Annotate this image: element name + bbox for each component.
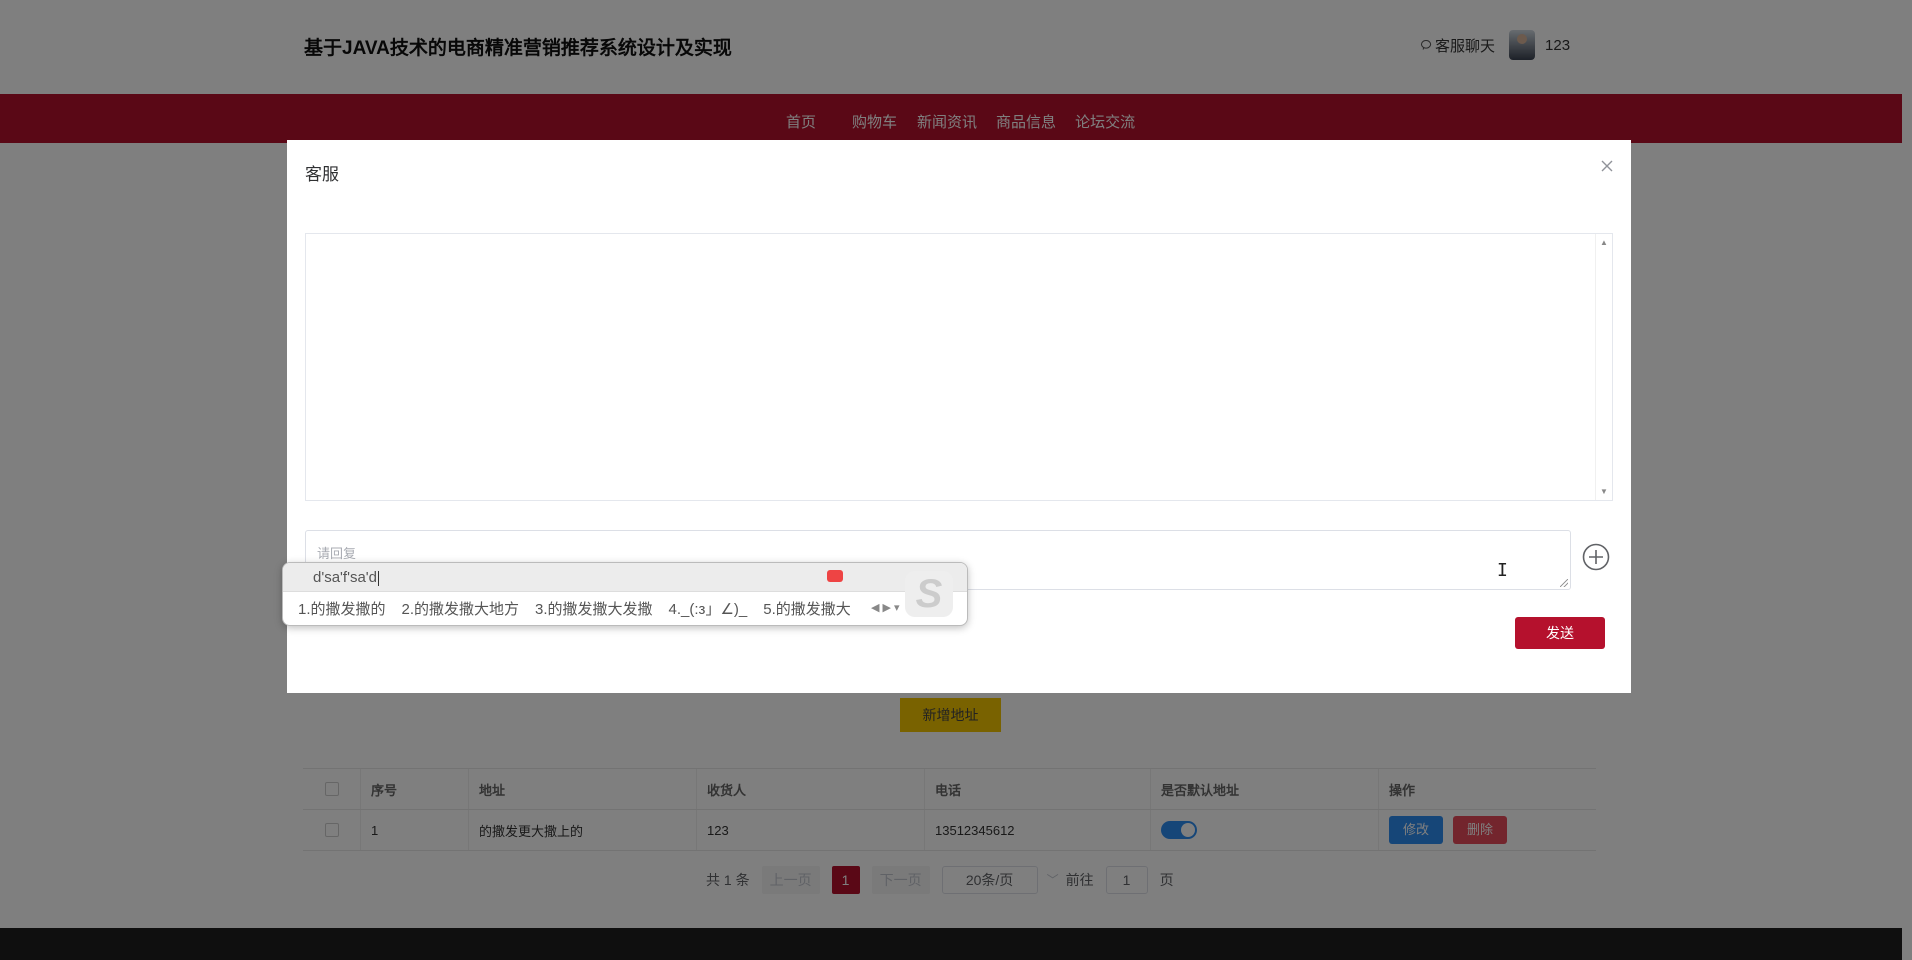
ime-candidates: 1.的撒发撒的 2.的撒发撒大地方 3.的撒发撒大发撒 4._(:з」∠)_ 5… [298,598,867,619]
add-attachment-icon[interactable] [1582,543,1610,571]
ime-candidate[interactable]: 5.的撒发撒大 [763,598,851,619]
ime-page-arrows-icon[interactable]: ◀ ▶ ▾ [871,601,900,614]
ime-composition: d'sa'f'sa'd [313,569,377,586]
reply-placeholder: 请回复 [317,546,357,561]
ime-candidate[interactable]: 2.的撒发撒大地方 [402,598,520,619]
chat-history[interactable]: ▲ ▼ [305,233,1613,501]
resize-handle-icon[interactable] [1560,579,1568,587]
dialog-title: 客服 [305,165,339,184]
chat-scrollbar[interactable]: ▲ ▼ [1595,234,1612,500]
ime-candidate[interactable]: 3.的撒发撒大发撒 [535,598,653,619]
send-button[interactable]: 发送 [1515,617,1605,649]
ime-candidate[interactable]: 1.的撒发撒的 [298,598,386,619]
scroll-up-icon[interactable]: ▲ [1600,238,1608,247]
scroll-down-icon[interactable]: ▼ [1600,487,1608,496]
text-cursor-icon: I [1497,560,1508,581]
sogou-logo-icon: S [905,571,953,617]
ime-candidate[interactable]: 4._(:з」∠)_ [669,598,748,619]
ime-candidate-window: d'sa'f'sa'd 1.的撒发撒的 2.的撒发撒大地方 3.的撒发撒大发撒 … [282,562,968,626]
close-icon[interactable] [1599,158,1615,174]
ime-skin-icon[interactable] [827,570,843,582]
